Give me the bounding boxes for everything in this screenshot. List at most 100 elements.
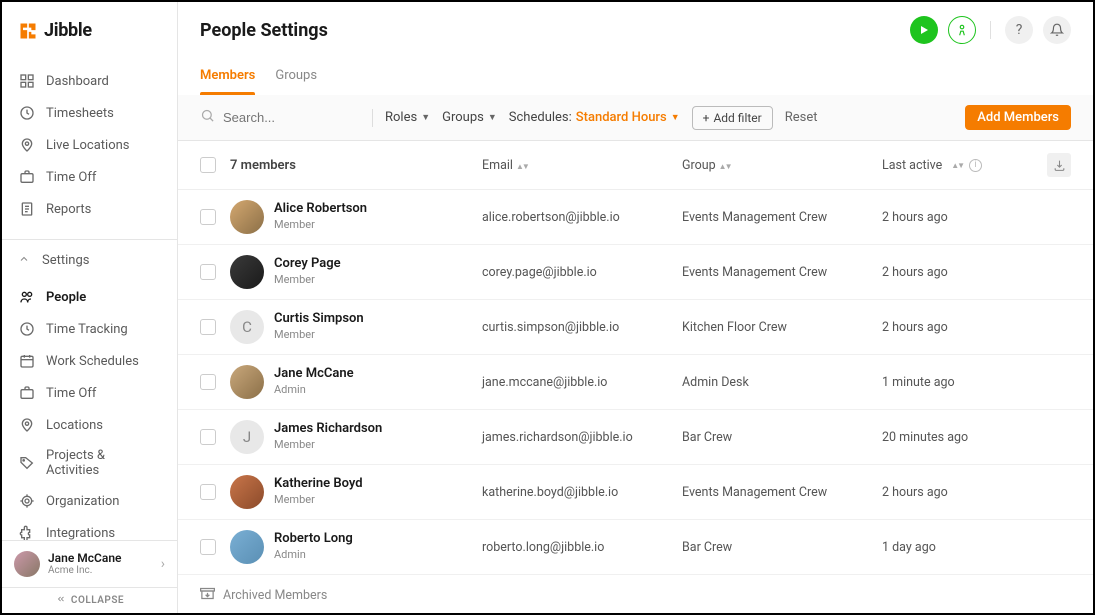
filter-groups[interactable]: Groups▼ xyxy=(442,110,497,125)
row-checkbox[interactable] xyxy=(200,264,216,280)
info-icon[interactable]: i xyxy=(969,159,982,172)
nav-item-reports[interactable]: Reports xyxy=(2,193,177,225)
person-run-icon xyxy=(955,23,969,37)
export-button[interactable] xyxy=(1047,153,1071,177)
collapse-sidebar[interactable]: COLLAPSE xyxy=(2,587,177,613)
nav-item-dashboard[interactable]: Dashboard xyxy=(2,65,177,97)
row-checkbox[interactable] xyxy=(200,484,216,500)
member-last-active: 2 hours ago xyxy=(882,320,1041,335)
member-email: alice.robertson@jibble.io xyxy=(482,210,682,225)
search-icon xyxy=(200,108,215,127)
nav-item-label: Reports xyxy=(46,202,91,217)
row-checkbox[interactable] xyxy=(200,374,216,390)
filter-schedules[interactable]: Schedules: Standard Hours ▼ xyxy=(509,110,680,125)
member-email: corey.page@jibble.io xyxy=(482,265,682,280)
table-row[interactable]: Alice RobertsonMemberalice.robertson@jib… xyxy=(178,190,1093,245)
brand-logo-icon xyxy=(18,21,38,41)
suitcase-icon xyxy=(18,384,36,402)
pin-icon xyxy=(18,416,36,434)
nav-item-integrations[interactable]: Integrations xyxy=(2,517,177,540)
row-checkbox[interactable] xyxy=(200,539,216,555)
member-email: roberto.long@jibble.io xyxy=(482,540,682,555)
sidebar: Jibble Dashboard Timesheets Live Locations… xyxy=(2,2,178,613)
header-email[interactable]: Email▲▼ xyxy=(482,158,682,173)
suitcase-icon xyxy=(18,168,36,186)
member-last-active: 2 hours ago xyxy=(882,210,1041,225)
header-last-active[interactable]: Last active▲▼i xyxy=(882,158,1041,173)
nav-item-work-schedules[interactable]: Work Schedules xyxy=(2,345,177,377)
member-role: Member xyxy=(274,438,382,452)
plus-icon: + xyxy=(703,111,710,125)
collapse-label: COLLAPSE xyxy=(71,595,124,606)
archive-icon xyxy=(200,586,215,605)
nav-item-locations[interactable]: Locations xyxy=(2,409,177,441)
member-last-active: 1 minute ago xyxy=(882,375,1041,390)
nav-item-timesheets[interactable]: Timesheets xyxy=(2,97,177,129)
add-filter-button[interactable]: + Add filter xyxy=(692,106,773,130)
select-all-checkbox[interactable] xyxy=(200,157,216,173)
table-header: 7 members Email▲▼ Group▲▼ Last active▲▼i xyxy=(178,141,1093,190)
nav-item-time-off[interactable]: Time Off xyxy=(2,161,177,193)
row-checkbox[interactable] xyxy=(200,209,216,225)
user-menu[interactable]: Jane McCane Acme Inc. › xyxy=(2,540,177,587)
row-checkbox[interactable] xyxy=(200,429,216,445)
filter-roles[interactable]: Roles▼ xyxy=(385,110,430,125)
tab-groups[interactable]: Groups xyxy=(275,58,317,95)
member-role: Member xyxy=(274,328,364,342)
nav-item-live-locations[interactable]: Live Locations xyxy=(2,129,177,161)
tab-members[interactable]: Members xyxy=(200,58,255,95)
nav: DashboardTimesheetsLive LocationsTime Of… xyxy=(2,59,177,540)
clock-icon xyxy=(18,320,36,338)
quick-action-button[interactable] xyxy=(948,16,976,44)
export-icon xyxy=(1053,159,1066,172)
play-icon xyxy=(918,24,930,36)
caret-down-icon: ▼ xyxy=(671,112,680,123)
sort-icon: ▲▼ xyxy=(951,161,963,170)
bell-icon xyxy=(1050,23,1064,37)
reset-filters[interactable]: Reset xyxy=(785,110,818,125)
nav-settings-header[interactable]: Settings xyxy=(2,246,177,275)
nav-item-time-tracking[interactable]: Time Tracking xyxy=(2,313,177,345)
add-members-button[interactable]: Add Members xyxy=(965,105,1071,130)
table-row[interactable]: CCurtis SimpsonMembercurtis.simpson@jibb… xyxy=(178,300,1093,355)
table-row[interactable]: Katherine BoydMemberkatherine.boyd@jibbl… xyxy=(178,465,1093,520)
nav-item-time-off[interactable]: Time Off xyxy=(2,377,177,409)
caret-down-icon: ▼ xyxy=(421,112,430,123)
filter-bar: Roles▼ Groups▼ Schedules: Standard Hours… xyxy=(178,95,1093,141)
member-avatar: C xyxy=(230,310,264,344)
member-group: Admin Desk xyxy=(682,375,882,390)
nav-item-label: Work Schedules xyxy=(46,354,139,369)
nav-item-label: Integrations xyxy=(46,526,115,540)
row-checkbox[interactable] xyxy=(200,319,216,335)
tag-icon xyxy=(18,454,36,472)
header-group[interactable]: Group▲▼ xyxy=(682,158,882,173)
member-avatar xyxy=(230,255,264,289)
caret-down-icon: ▼ xyxy=(488,112,497,123)
nav-item-organization[interactable]: Organization xyxy=(2,485,177,517)
brand-logo[interactable]: Jibble xyxy=(2,2,177,59)
table-row[interactable]: Jane McCaneAdminjane.mccane@jibble.ioAdm… xyxy=(178,355,1093,410)
nav-item-projects-activities[interactable]: Projects & Activities xyxy=(2,441,177,485)
member-avatar: J xyxy=(230,420,264,454)
nav-settings-label: Settings xyxy=(42,253,89,268)
member-email: james.richardson@jibble.io xyxy=(482,430,682,445)
nav-item-people[interactable]: People xyxy=(2,281,177,313)
search-input[interactable] xyxy=(223,110,360,125)
table-row[interactable]: Corey PageMembercorey.page@jibble.ioEven… xyxy=(178,245,1093,300)
collapse-icon xyxy=(55,594,67,607)
nav-item-label: Time Tracking xyxy=(46,322,128,337)
clock-icon xyxy=(18,104,36,122)
clock-in-button[interactable] xyxy=(910,16,938,44)
user-name: Jane McCane xyxy=(48,551,153,565)
table-row[interactable]: Roberto LongAdminroberto.long@jibble.ioB… xyxy=(178,520,1093,575)
brand-name: Jibble xyxy=(44,20,92,41)
nav-item-label: Timesheets xyxy=(46,106,114,121)
archived-members[interactable]: Archived Members xyxy=(178,575,1093,613)
report-icon xyxy=(18,200,36,218)
member-last-active: 2 hours ago xyxy=(882,265,1041,280)
help-button[interactable]: ? xyxy=(1005,16,1033,44)
nav-item-label: Organization xyxy=(46,494,119,509)
notifications-button[interactable] xyxy=(1043,16,1071,44)
schedule-icon xyxy=(18,352,36,370)
table-row[interactable]: JJames RichardsonMemberjames.richardson@… xyxy=(178,410,1093,465)
